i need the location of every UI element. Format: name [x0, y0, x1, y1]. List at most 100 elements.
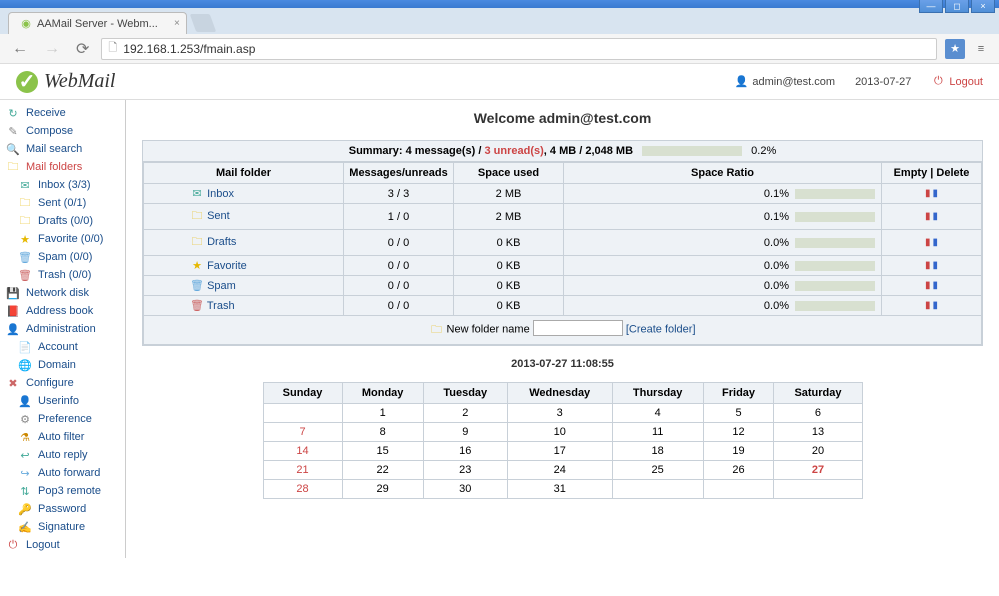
sidebar-mail-folders[interactable]: 🗀Mail folders	[0, 158, 125, 176]
sidebar-auto-reply[interactable]: ↩Auto reply	[0, 446, 125, 464]
folder-icon: 🗑	[190, 299, 204, 312]
sidebar-domain[interactable]: 🌐Domain	[0, 356, 125, 374]
calendar-cell[interactable]: 9	[423, 422, 507, 441]
calendar-cell[interactable]: 8	[342, 422, 423, 441]
calendar-cell[interactable]: 6	[774, 403, 862, 422]
sidebar-account[interactable]: 📄Account	[0, 338, 125, 356]
calendar-cell[interactable]	[774, 479, 862, 498]
close-button[interactable]: ×	[971, 0, 995, 13]
folder-link[interactable]: Spam	[207, 280, 236, 292]
back-button[interactable]: ←	[8, 40, 32, 58]
folder-row: 🗀 Drafts0 / 00 KB0.0%▮▮	[144, 230, 982, 256]
delete-icon[interactable]: ▮	[933, 188, 939, 199]
calendar-cell[interactable]: 24	[507, 460, 612, 479]
browser-toolbar: ← → ⟳ 🗋 192.168.1.253/fmain.asp ★ ≡	[0, 34, 999, 64]
sidebar-sent[interactable]: 🗀Sent (0/1)	[0, 194, 125, 212]
minimize-button[interactable]: —	[919, 0, 943, 13]
folder-link[interactable]: Trash	[207, 300, 235, 312]
calendar-cell[interactable]: 13	[774, 422, 862, 441]
calendar-cell[interactable]: 1	[342, 403, 423, 422]
sidebar-inbox[interactable]: ✉Inbox (3/3)	[0, 176, 125, 194]
calendar-cell[interactable]: 11	[612, 422, 703, 441]
calendar-cell[interactable]: 3	[507, 403, 612, 422]
calendar-cell[interactable]: 28	[263, 479, 342, 498]
tab-close-icon[interactable]: ×	[174, 18, 180, 29]
delete-icon[interactable]: ▮	[933, 280, 939, 291]
sidebar-administration[interactable]: 👤Administration	[0, 320, 125, 338]
calendar-cell[interactable]: 31	[507, 479, 612, 498]
calendar-cell[interactable]: 10	[507, 422, 612, 441]
calendar-cell[interactable]: 19	[703, 441, 774, 460]
new-folder-input[interactable]	[533, 320, 623, 336]
empty-icon[interactable]: ▮	[925, 211, 931, 222]
calendar-cell[interactable]: 21	[263, 460, 342, 479]
calendar-cell[interactable]: 7	[263, 422, 342, 441]
sidebar-network-disk[interactable]: 💾Network disk	[0, 284, 125, 302]
password-icon: 🔑	[18, 502, 32, 516]
calendar-cell[interactable]: 22	[342, 460, 423, 479]
sidebar-preference[interactable]: ⚙Preference	[0, 410, 125, 428]
sidebar-signature[interactable]: ✍Signature	[0, 518, 125, 536]
folder-link[interactable]: Drafts	[207, 236, 236, 248]
delete-icon[interactable]: ▮	[933, 237, 939, 248]
sidebar-pop3-remote[interactable]: ⇅Pop3 remote	[0, 482, 125, 500]
header-logout-link[interactable]: ⏻ Logout	[931, 75, 983, 88]
sidebar-configure[interactable]: ✖Configure	[0, 374, 125, 392]
calendar-cell[interactable]: 15	[342, 441, 423, 460]
reload-button[interactable]: ⟳	[72, 39, 93, 59]
logo-icon: ✓	[16, 71, 38, 93]
calendar-cell[interactable]: 5	[703, 403, 774, 422]
bookmark-button[interactable]: ★	[945, 39, 965, 59]
sidebar-userinfo[interactable]: 👤Userinfo	[0, 392, 125, 410]
folder-link[interactable]: Sent	[207, 210, 230, 222]
sidebar-trash[interactable]: 🗑Trash (0/0)	[0, 266, 125, 284]
sidebar-auto-forward[interactable]: ↪Auto forward	[0, 464, 125, 482]
sidebar-label: Auto reply	[38, 449, 88, 461]
delete-icon[interactable]: ▮	[933, 211, 939, 222]
empty-icon[interactable]: ▮	[925, 300, 931, 311]
calendar-cell[interactable]: 30	[423, 479, 507, 498]
calendar-cell[interactable]: 18	[612, 441, 703, 460]
forward-button[interactable]: →	[40, 40, 64, 58]
delete-icon[interactable]: ▮	[933, 260, 939, 271]
calendar-cell[interactable]: 17	[507, 441, 612, 460]
folder-link[interactable]: Inbox	[207, 188, 234, 200]
calendar-cell[interactable]: 14	[263, 441, 342, 460]
new-tab-button[interactable]	[190, 14, 217, 32]
calendar-cell[interactable]: 4	[612, 403, 703, 422]
calendar-cell[interactable]: 26	[703, 460, 774, 479]
sidebar-receive[interactable]: ↻Receive	[0, 104, 125, 122]
calendar-cell[interactable]: 2	[423, 403, 507, 422]
create-folder-link[interactable]: [Create folder]	[626, 324, 696, 336]
sidebar-drafts[interactable]: 🗀Drafts (0/0)	[0, 212, 125, 230]
calendar-cell[interactable]: 29	[342, 479, 423, 498]
calendar-cell[interactable]: 23	[423, 460, 507, 479]
sidebar-compose[interactable]: ✎Compose	[0, 122, 125, 140]
calendar-cell[interactable]	[703, 479, 774, 498]
sidebar-favorite[interactable]: ★Favorite (0/0)	[0, 230, 125, 248]
col-space-ratio: Space Ratio	[564, 163, 882, 184]
calendar-cell[interactable]	[263, 403, 342, 422]
empty-icon[interactable]: ▮	[925, 237, 931, 248]
maximize-button[interactable]: ◻	[945, 0, 969, 13]
calendar-cell[interactable]: 25	[612, 460, 703, 479]
sidebar-logout[interactable]: ⏻Logout	[0, 536, 125, 554]
calendar-cell[interactable]: 16	[423, 441, 507, 460]
empty-icon[interactable]: ▮	[925, 280, 931, 291]
calendar-cell[interactable]: 12	[703, 422, 774, 441]
empty-icon[interactable]: ▮	[925, 188, 931, 199]
delete-icon[interactable]: ▮	[933, 300, 939, 311]
menu-button[interactable]: ≡	[971, 39, 991, 59]
sidebar-auto-filter[interactable]: ⚗Auto filter	[0, 428, 125, 446]
browser-tab[interactable]: ◉ AAMail Server - Webm... ×	[8, 12, 187, 34]
sidebar-mail-search[interactable]: 🔍Mail search	[0, 140, 125, 158]
calendar-cell[interactable]	[612, 479, 703, 498]
address-bar[interactable]: 🗋 192.168.1.253/fmain.asp	[101, 38, 937, 60]
folder-link[interactable]: Favorite	[207, 260, 247, 272]
calendar-cell[interactable]: 20	[774, 441, 862, 460]
empty-icon[interactable]: ▮	[925, 260, 931, 271]
sidebar-password[interactable]: 🔑Password	[0, 500, 125, 518]
sidebar-spam[interactable]: 🗑Spam (0/0)	[0, 248, 125, 266]
calendar-cell[interactable]: 27	[774, 460, 862, 479]
sidebar-address-book[interactable]: 📕Address book	[0, 302, 125, 320]
